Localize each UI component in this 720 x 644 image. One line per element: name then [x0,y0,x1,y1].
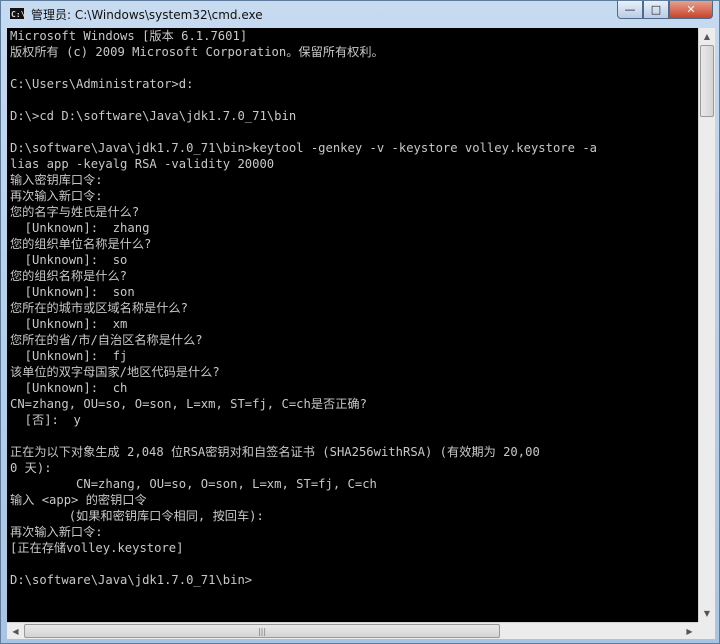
cmd-app-icon[interactable]: C:\ [9,7,25,20]
console-line: [Unknown]: so [10,253,128,267]
console-line: D:\software\Java\jdk1.7.0_71\bin>keytool… [10,141,597,155]
console-line: 您的名字与姓氏是什么? [10,205,140,219]
console-line: 输入密钥库口令: [10,173,103,187]
console-line: 该单位的双字母国家/地区代码是什么? [10,365,220,379]
console-line: 您所在的省/市/自治区名称是什么? [10,333,203,347]
horizontal-scroll-thumb[interactable]: ||| [24,624,500,638]
cmd-window: C:\ 管理员: C:\Windows\system32\cmd.exe — □… [0,0,720,644]
minimize-icon: — [624,3,636,16]
console-line: 输入 <app> 的密钥口令 [10,493,147,507]
maximize-button[interactable]: □ [643,1,669,19]
minimize-button[interactable]: — [617,1,643,19]
console-output[interactable]: Microsoft Windows [版本 6.1.7601] 版权所有 (c) … [7,28,698,622]
close-icon: ✕ [686,3,696,16]
horizontal-scrollbar[interactable]: ◀ ||| ▶ [7,622,698,639]
console-line: D:\software\Java\jdk1.7.0_71\bin> [10,573,253,587]
console-line: 再次输入新口令: [10,525,103,539]
close-button[interactable]: ✕ [669,1,713,19]
console-line: [Unknown]: zhang [10,221,150,235]
console-line: (如果和密钥库口令相同, 按回车): [10,509,264,523]
console-line: [Unknown]: fj [10,349,128,363]
console-line: 您的组织单位名称是什么? [10,237,152,251]
console-line: 再次输入新口令: [10,189,103,203]
vertical-scrollbar[interactable]: ▲ ▼ [698,28,715,622]
maximize-icon: □ [650,3,662,16]
title-bar[interactable]: C:\ 管理员: C:\Windows\system32\cmd.exe — □… [1,1,719,27]
console-line: 您的组织名称是什么? [10,269,128,283]
console-line: 您所在的城市或区域名称是什么? [10,301,188,315]
size-grip[interactable] [698,622,715,639]
console-line: 版权所有 (c) 2009 Microsoft Corporation。保留所有… [10,45,384,59]
console-line: CN=zhang, OU=so, O=son, L=xm, ST=fj, C=c… [10,477,377,491]
console-line: [Unknown]: ch [10,381,128,395]
caption-buttons: — □ ✕ [617,1,713,21]
window-title: 管理员: C:\Windows\system32\cmd.exe [31,8,263,22]
console-line: [正在存储volley.keystore] [10,541,184,555]
console-line: Microsoft Windows [版本 6.1.7601] [10,29,248,43]
console-line: 正在为以下对象生成 2,048 位RSA密钥对和自签名证书 (SHA256wit… [10,445,540,459]
scroll-right-arrow-icon[interactable]: ▶ [681,623,698,639]
scroll-left-arrow-icon[interactable]: ◀ [7,623,24,639]
console-line: [Unknown]: xm [10,317,128,331]
console-line: D:\>cd D:\software\Java\jdk1.7.0_71\bin [10,109,297,123]
console-line: [Unknown]: son [10,285,135,299]
console-line: CN=zhang, OU=so, O=son, L=xm, ST=fj, C=c… [10,397,367,411]
console-line: 0 天): [10,461,52,475]
scroll-up-arrow-icon[interactable]: ▲ [699,28,715,45]
vertical-scroll-thumb[interactable] [700,45,714,117]
console-line: lias app -keyalg RSA -validity 20000 [10,157,275,171]
console-line: C:\Users\Administrator>d: [10,77,194,91]
console-line: [否]: y [10,413,81,427]
scroll-down-arrow-icon[interactable]: ▼ [699,605,715,622]
